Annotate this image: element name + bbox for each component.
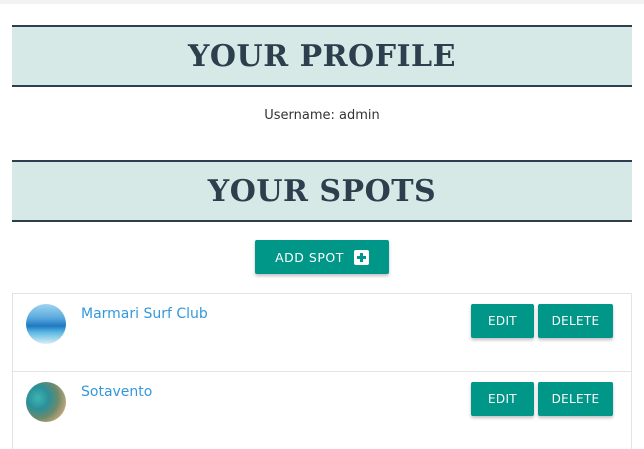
edit-button[interactable]: EDIT <box>471 304 534 338</box>
plus-square-icon <box>353 249 369 265</box>
add-spot-button[interactable]: ADD SPOT <box>255 240 389 274</box>
spot-list: Marmari Surf Club EDIT DELETE Sotavento … <box>12 293 632 449</box>
delete-button[interactable]: DELETE <box>538 304 613 338</box>
profile-title: YOUR PROFILE <box>187 38 456 74</box>
top-bar <box>0 0 644 4</box>
spot-avatar <box>26 304 66 344</box>
spots-banner: YOUR SPOTS <box>12 160 632 222</box>
spot-name-link[interactable]: Sotavento <box>81 384 152 400</box>
username-text: Username: admin <box>264 108 380 123</box>
spots-title: YOUR SPOTS <box>207 173 437 209</box>
edit-button[interactable]: EDIT <box>471 382 534 416</box>
spot-item: Sotavento EDIT DELETE <box>12 371 632 449</box>
spot-avatar <box>26 382 66 422</box>
add-spot-label: ADD SPOT <box>275 249 344 265</box>
spot-name-link[interactable]: Marmari Surf Club <box>81 306 208 322</box>
profile-banner: YOUR PROFILE <box>12 25 632 87</box>
delete-button[interactable]: DELETE <box>538 382 613 416</box>
spot-item: Marmari Surf Club EDIT DELETE <box>12 293 632 371</box>
